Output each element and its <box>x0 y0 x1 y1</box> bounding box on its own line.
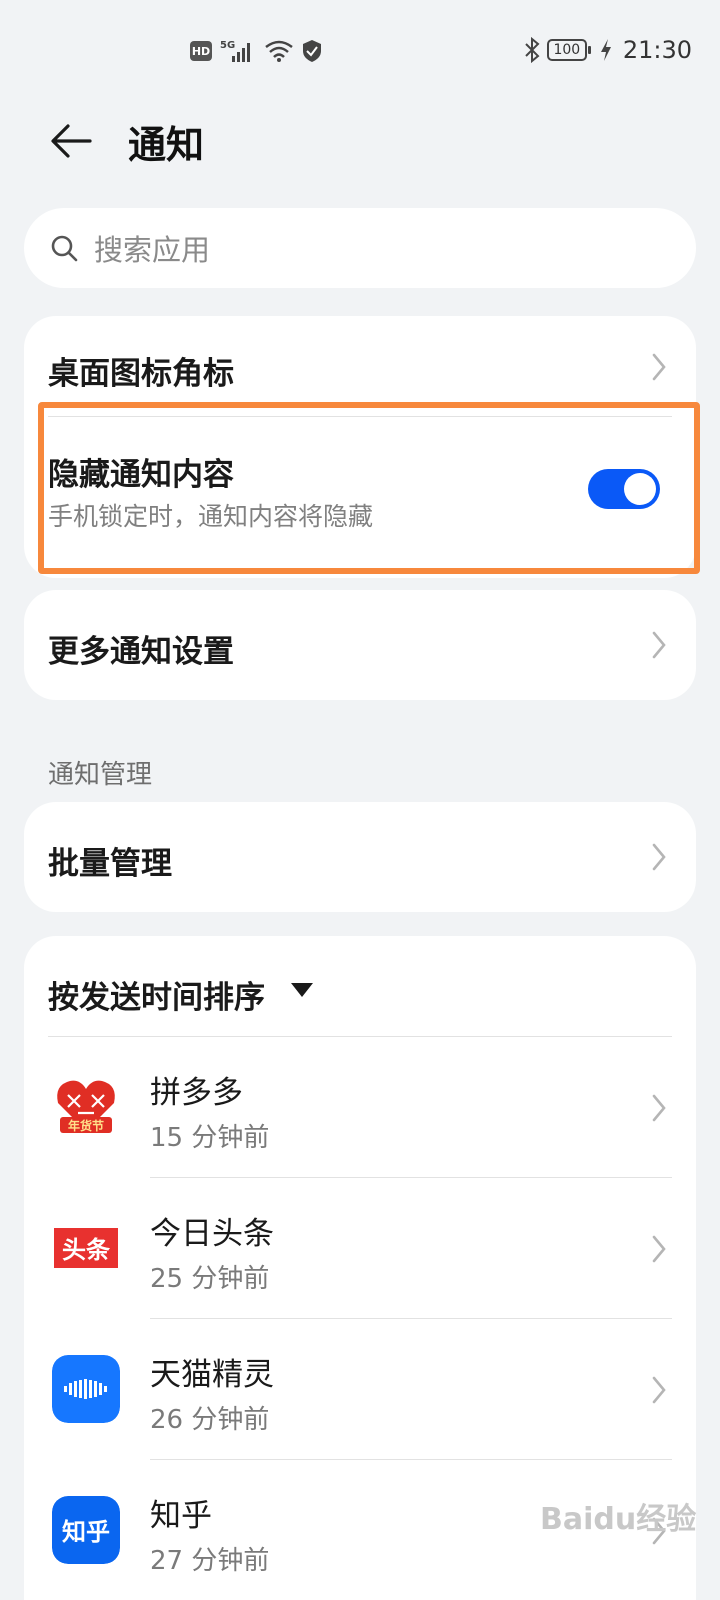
toutiao-icon-text: 头条 <box>62 1236 111 1264</box>
pinduoduo-badge-text: 年货节 <box>68 1118 104 1133</box>
tmall-genie-icon <box>52 1355 120 1423</box>
app-time: 25 分钟前 <box>150 1264 270 1294</box>
toutiao-icon: 头条 <box>52 1214 120 1282</box>
search-placeholder: 搜索应用 <box>94 233 211 267</box>
pinduoduo-icon: 年货节 <box>52 1073 120 1141</box>
wifi-icon <box>265 40 293 62</box>
zhihu-icon-text: 知乎 <box>62 1518 110 1546</box>
app-row-pinduoduo[interactable]: 年货节 拼多多 15 分钟前 <box>24 1037 696 1177</box>
page-title: 通知 <box>128 123 205 167</box>
app-name: 天猫精灵 <box>150 1357 274 1393</box>
dropdown-triangle-icon <box>291 983 313 997</box>
clock: 21:30 <box>622 36 692 64</box>
battery-icon: 100 <box>546 39 591 61</box>
app-name: 知乎 <box>150 1498 212 1534</box>
batch-manage-card[interactable]: 批量管理 <box>24 802 696 912</box>
badge-setting-label: 桌面图标角标 <box>48 356 234 392</box>
batch-manage-label: 批量管理 <box>48 846 172 882</box>
charging-icon <box>600 39 611 61</box>
status-indicators: HD 5G <box>190 38 322 64</box>
badge-setting-row[interactable]: 桌面图标角标 <box>24 316 696 416</box>
app-row-tmall-genie[interactable]: 天猫精灵 26 分钟前 <box>24 1319 696 1459</box>
bluetooth-icon <box>525 37 540 63</box>
highlight-box <box>38 402 700 574</box>
status-bar: HD 5G 100 21:30 <box>0 0 720 104</box>
app-time: 26 分钟前 <box>150 1405 270 1435</box>
hd-icon: HD <box>190 41 212 61</box>
more-settings-card[interactable]: 更多通知设置 <box>24 590 696 700</box>
signal-5g-icon: 5G <box>220 40 250 62</box>
watermark: Baidu经验 <box>540 1502 697 1537</box>
app-name: 拼多多 <box>150 1075 243 1111</box>
shield-icon <box>303 40 321 62</box>
app-name: 今日头条 <box>150 1216 274 1252</box>
search-input[interactable]: 搜索应用 <box>24 208 696 288</box>
app-row-toutiao[interactable]: 头条 今日头条 25 分钟前 <box>24 1178 696 1318</box>
section-label: 通知管理 <box>48 760 153 790</box>
back-arrow-icon[interactable] <box>48 116 98 166</box>
more-settings-label: 更多通知设置 <box>48 634 234 670</box>
header: 通知 <box>0 104 720 176</box>
sort-selector[interactable]: 按发送时间排序 <box>24 936 696 1036</box>
zhihu-icon: 知乎 <box>52 1496 120 1564</box>
app-time: 15 分钟前 <box>150 1123 270 1153</box>
status-right: 100 21:30 <box>523 36 692 64</box>
chevron-right-icon <box>652 1376 666 1404</box>
svg-text:5G: 5G <box>220 40 235 51</box>
chevron-right-icon <box>652 1094 666 1122</box>
app-time: 27 分钟前 <box>150 1546 270 1576</box>
chevron-right-icon <box>652 1235 666 1263</box>
chevron-right-icon <box>652 843 666 871</box>
chevron-right-icon <box>652 353 666 381</box>
sort-label: 按发送时间排序 <box>48 980 265 1016</box>
chevron-right-icon <box>652 631 666 659</box>
search-icon <box>51 235 78 262</box>
